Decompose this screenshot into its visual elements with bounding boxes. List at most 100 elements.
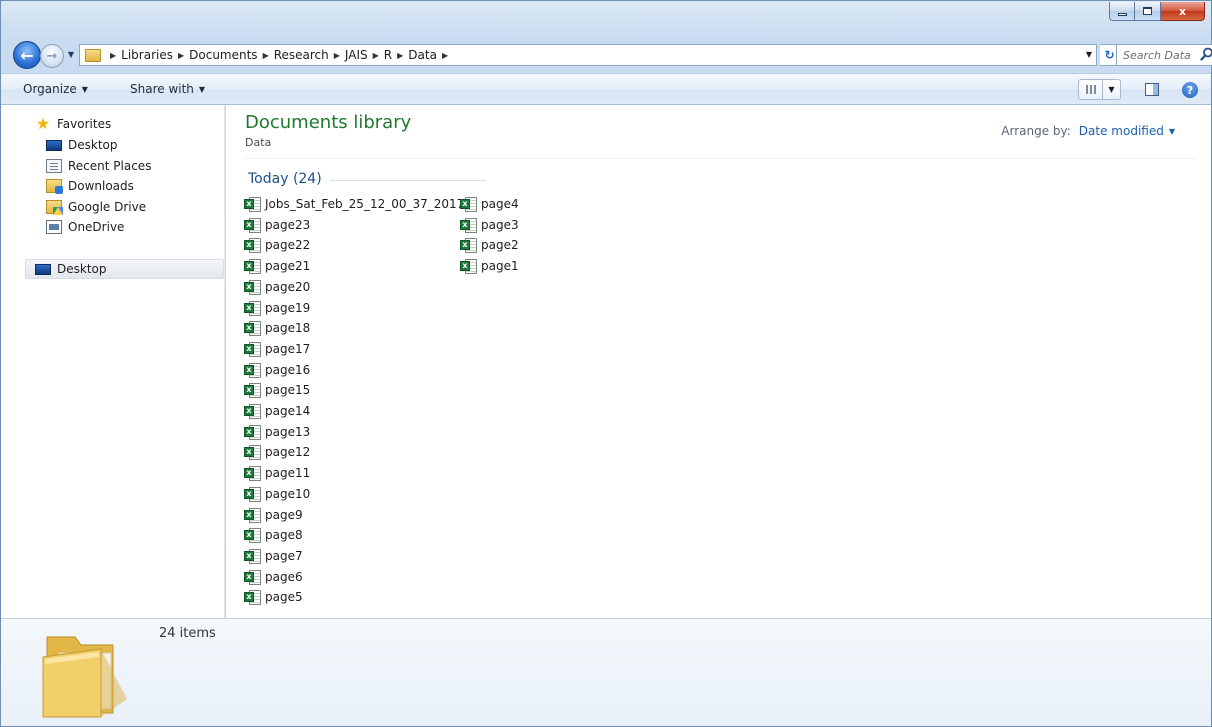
breadcrumb-separator-icon[interactable]: ▶ [178, 51, 184, 60]
sidebar-item-google-drive[interactable]: Google Drive [46, 197, 146, 217]
file-list-pane[interactable]: Documents library Data Arrange by: Date m… [226, 105, 1211, 618]
preview-pane-button[interactable] [1145, 83, 1159, 96]
breadcrumb-separator-icon[interactable]: ▶ [263, 51, 269, 60]
breadcrumb-r[interactable]: R [384, 48, 392, 62]
excel-file-icon: x [244, 217, 262, 233]
group-header-today[interactable]: Today (24) [248, 169, 486, 189]
file-item[interactable]: x page14 [244, 401, 310, 421]
file-item[interactable]: x page10 [244, 484, 310, 504]
file-item[interactable]: x page21 [244, 256, 310, 276]
file-name: page14 [265, 404, 311, 418]
excel-file-icon: x [244, 341, 262, 357]
arrange-by: Arrange by: Date modified ▼ [1001, 124, 1175, 138]
view-options-dropdown[interactable]: ▼ [1103, 80, 1120, 99]
maximize-button[interactable] [1135, 2, 1161, 21]
address-bar[interactable]: ▶ Libraries ▶ Documents ▶ Research ▶ JAI… [79, 44, 1097, 66]
file-item[interactable]: x page1 [460, 256, 519, 276]
excel-file-icon: x [244, 569, 262, 585]
file-item[interactable]: x page9 [244, 505, 303, 525]
file-item[interactable]: x page2 [460, 235, 519, 255]
file-item[interactable]: x page18 [244, 318, 310, 338]
library-title: Documents library [245, 112, 412, 133]
organize-button[interactable]: Organize ▼ [23, 82, 88, 96]
forward-arrow-icon: → [46, 48, 58, 64]
maximize-icon [1143, 7, 1152, 15]
breadcrumb-research[interactable]: Research [274, 48, 329, 62]
sidebar-item-favorites[interactable]: ★ Favorites [35, 114, 111, 134]
file-item[interactable]: x page13 [244, 422, 310, 442]
minimize-button[interactable] [1109, 2, 1135, 21]
back-button[interactable]: ← [13, 41, 41, 69]
sidebar-item-desktop[interactable]: Desktop [46, 135, 118, 155]
caption-buttons: x [1109, 2, 1205, 22]
breadcrumb-libraries[interactable]: Libraries [121, 48, 173, 62]
sidebar-item-recent-places[interactable]: Recent Places [46, 156, 151, 176]
favorites-star-icon: ★ [35, 114, 51, 133]
search-box[interactable] [1116, 44, 1212, 66]
change-view-button[interactable]: ▼ [1078, 79, 1121, 100]
navigation-pane[interactable]: ★ Favorites Desktop Recent Places Downlo… [1, 105, 225, 618]
excel-file-icon: x [244, 237, 262, 254]
share-with-button[interactable]: Share with ▼ [130, 82, 205, 96]
onedrive-icon [46, 220, 62, 234]
sidebar-item-label: Downloads [68, 179, 134, 193]
address-dropdown-icon[interactable]: ▼ [1086, 50, 1092, 59]
excel-file-icon: x [244, 589, 262, 606]
excel-file-icon: x [244, 362, 262, 378]
close-button[interactable]: x [1161, 2, 1205, 21]
help-button[interactable]: ? [1182, 82, 1198, 98]
file-name: page22 [265, 238, 311, 253]
excel-file-icon: x [460, 196, 478, 212]
library-subtitle: Data [245, 136, 272, 149]
search-input[interactable] [1123, 48, 1203, 62]
arrange-by-value[interactable]: Date modified [1079, 124, 1164, 138]
breadcrumb-separator-icon[interactable]: ▶ [373, 51, 379, 60]
header-divider [245, 158, 1197, 159]
organize-label: Organize [23, 82, 77, 96]
file-name: page12 [265, 445, 311, 460]
sidebar-item-downloads[interactable]: Downloads [46, 176, 134, 196]
forward-button[interactable]: → [40, 44, 64, 68]
file-name: page9 [265, 507, 303, 522]
breadcrumb-separator-icon[interactable]: ▶ [397, 51, 403, 60]
help-icon: ? [1186, 83, 1194, 97]
file-item[interactable]: x page12 [244, 442, 310, 462]
file-item[interactable]: x page3 [460, 215, 519, 235]
view-toggle[interactable] [1079, 80, 1103, 99]
file-item[interactable]: x page22 [244, 235, 310, 255]
breadcrumb-jais[interactable]: JAIS [345, 48, 368, 62]
explorer-window: x ← → ▼ ▶ Libraries ▶ Documents ▶ Resear… [0, 0, 1212, 727]
chevron-down-icon[interactable]: ▼ [1169, 127, 1175, 136]
file-name: page16 [265, 362, 311, 377]
details-pane: 24 items [1, 618, 1211, 726]
excel-file-icon: x [244, 507, 262, 523]
file-name: page6 [265, 569, 303, 584]
file-name: page1 [481, 259, 519, 274]
breadcrumb-separator-icon[interactable]: ▶ [442, 51, 448, 60]
file-item[interactable]: x page15 [244, 380, 310, 400]
file-item[interactable]: x page11 [244, 463, 310, 483]
file-item[interactable]: x page20 [244, 277, 310, 297]
breadcrumb-data[interactable]: Data [408, 48, 437, 62]
file-item[interactable]: x page8 [244, 525, 303, 545]
file-item[interactable]: x page17 [244, 339, 310, 359]
breadcrumb-separator-icon[interactable]: ▶ [334, 51, 340, 60]
file-name: page5 [265, 590, 303, 605]
file-name: page15 [265, 383, 311, 398]
file-item[interactable]: x page5 [244, 587, 303, 607]
file-item[interactable]: x page7 [244, 546, 303, 566]
sidebar-item-onedrive[interactable]: OneDrive [46, 217, 124, 237]
file-item[interactable]: x page19 [244, 298, 310, 318]
file-name: page3 [481, 217, 519, 232]
breadcrumb-documents[interactable]: Documents [189, 48, 257, 62]
search-icon[interactable] [1200, 47, 1212, 61]
file-name: page10 [265, 486, 311, 501]
recent-pages-button[interactable]: ▼ [65, 47, 77, 61]
file-item[interactable]: x page16 [244, 360, 310, 380]
file-item[interactable]: x page6 [244, 567, 303, 587]
file-name: page4 [481, 197, 519, 211]
file-item[interactable]: x page23 [244, 215, 310, 235]
file-item[interactable]: x page4 [460, 194, 519, 214]
sidebar-item-desktop-root[interactable]: Desktop [25, 259, 224, 279]
file-item[interactable]: x Jobs_Sat_Feb_25_12_00_37_2017 [244, 194, 464, 214]
